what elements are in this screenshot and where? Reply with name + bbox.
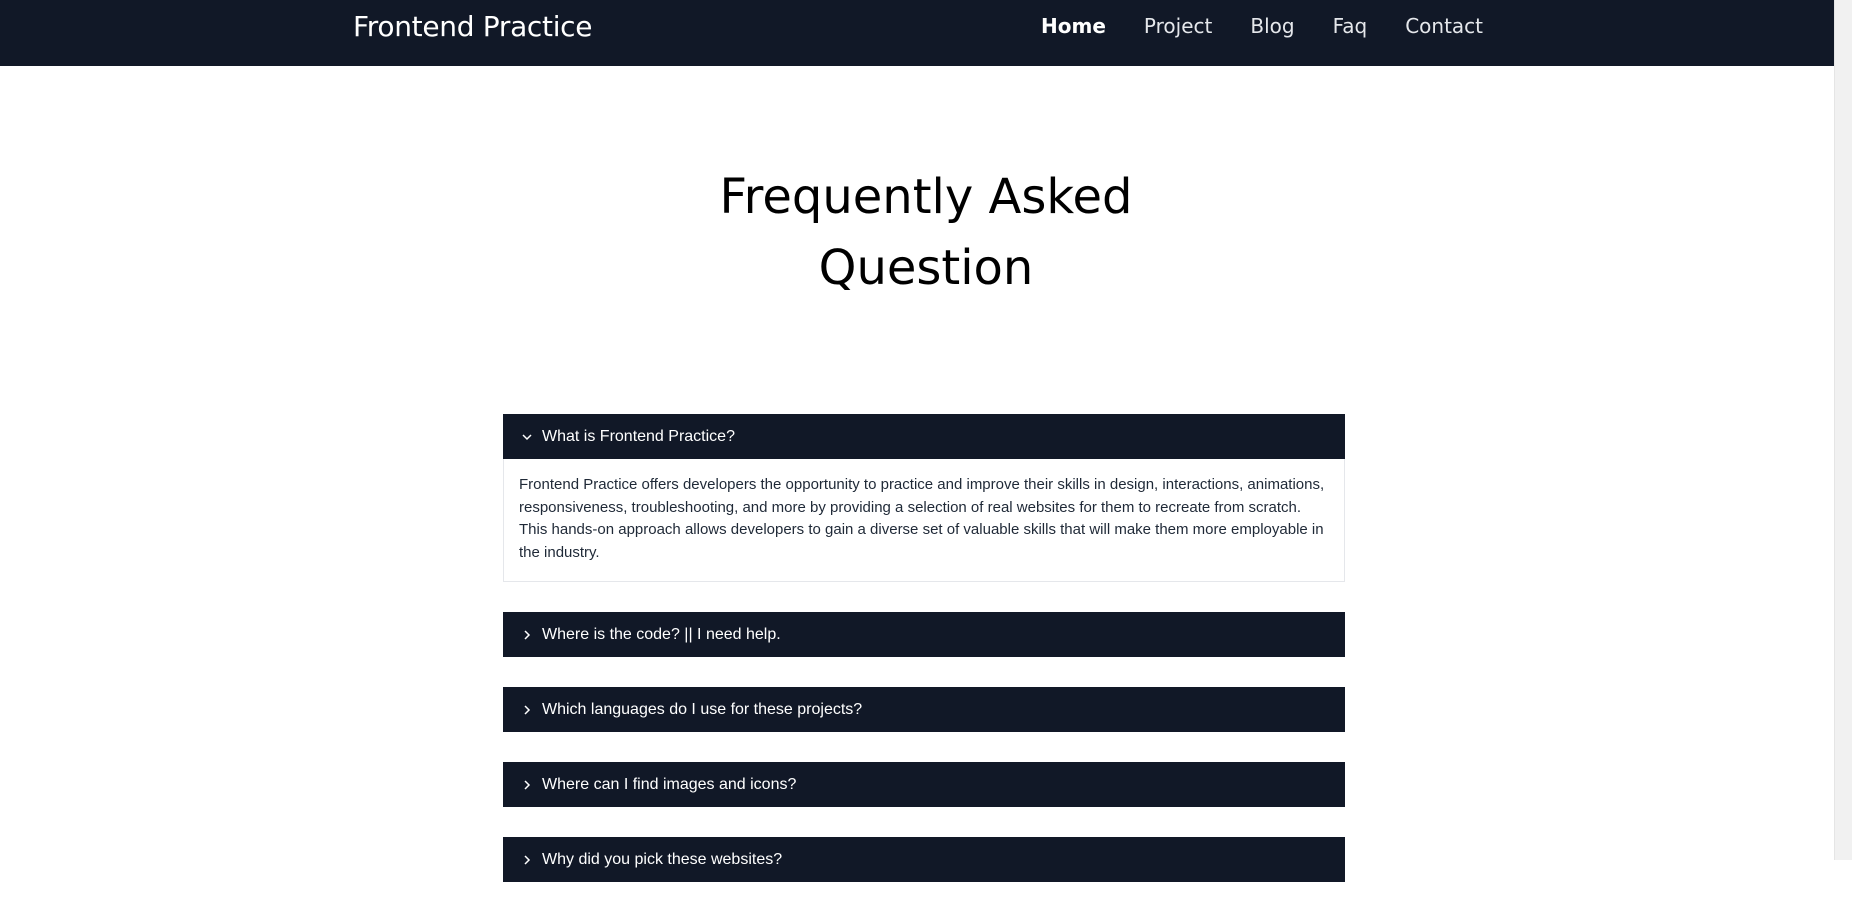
faq-item: Which languages do I use for these proje… <box>503 687 1345 732</box>
nav-links: Home Project Blog Faq Contact <box>1041 14 1483 38</box>
top-navbar: Frontend Practice Home Project Blog Faq … <box>0 0 1852 66</box>
chevron-right-icon <box>518 701 536 719</box>
faq-item: What is Frontend Practice? Frontend Prac… <box>503 414 1345 582</box>
nav-link-faq[interactable]: Faq <box>1333 14 1368 38</box>
chevron-right-icon <box>518 776 536 794</box>
nav-link-home[interactable]: Home <box>1041 14 1106 38</box>
faq-question-text: Where can I find images and icons? <box>542 775 797 793</box>
faq-item: Where is the code? || I need help. <box>503 612 1345 657</box>
faq-question-text: Which languages do I use for these proje… <box>542 700 863 718</box>
faq-question-header[interactable]: Where is the code? || I need help. <box>503 612 1345 657</box>
chevron-right-icon <box>518 626 536 644</box>
nav-link-project[interactable]: Project <box>1144 14 1212 38</box>
nav-link-blog[interactable]: Blog <box>1250 14 1294 38</box>
faq-item: Where can I find images and icons? <box>503 762 1345 807</box>
faq-question-header[interactable]: Where can I find images and icons? <box>503 762 1345 807</box>
chevron-down-icon <box>518 428 536 446</box>
faq-question-text: Where is the code? || I need help. <box>542 625 781 643</box>
faq-question-text: What is Frontend Practice? <box>542 427 735 445</box>
faq-accordion: What is Frontend Practice? Frontend Prac… <box>503 414 1345 912</box>
brand-logo-text[interactable]: Frontend Practice <box>353 10 593 43</box>
page-scrollbar[interactable] <box>1834 0 1852 860</box>
page-title: Frequently Asked Question <box>0 162 1852 304</box>
nav-link-contact[interactable]: Contact <box>1405 14 1483 38</box>
faq-question-header[interactable]: What is Frontend Practice? <box>503 414 1345 459</box>
page-title-line-2: Question <box>818 240 1034 296</box>
faq-answer: Frontend Practice offers developers the … <box>503 459 1345 582</box>
faq-question-header[interactable]: Which languages do I use for these proje… <box>503 687 1345 732</box>
page-title-line-1: Frequently Asked <box>719 169 1133 225</box>
